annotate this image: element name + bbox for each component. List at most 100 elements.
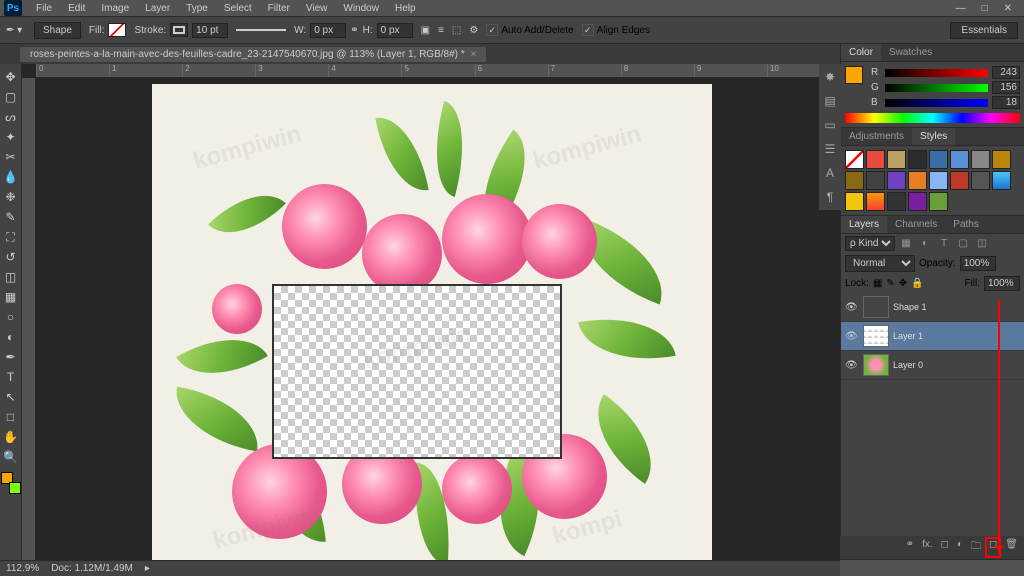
lock-trans-icon[interactable]: ▦ [873,278,882,289]
new-layer-icon[interactable]: ◻ [987,539,999,556]
style-swatch[interactable] [845,192,864,211]
group-icon[interactable]: 🗀 [969,539,983,556]
menu-layer[interactable]: Layer [137,1,178,16]
layer-thumbnail[interactable] [863,296,889,318]
style-swatch[interactable] [845,150,864,169]
gradient-tool[interactable]: ▦ [2,288,20,306]
tab-swatches[interactable]: Swatches [881,44,940,61]
menu-window[interactable]: Window [335,1,387,16]
style-swatch[interactable] [866,192,885,211]
layer-name[interactable]: Layer 1 [893,331,923,341]
visibility-icon[interactable]: 👁 [845,302,859,313]
layer-name[interactable]: Shape 1 [893,302,927,312]
blend-mode-dropdown[interactable]: Normal [845,255,915,272]
menu-image[interactable]: Image [93,1,137,16]
visibility-icon[interactable]: 👁 [845,360,859,371]
filter-adjust-icon[interactable]: ◐ [917,237,933,251]
info-icon[interactable]: ▭ [821,116,839,134]
lock-pos-icon[interactable]: ✥ [899,278,907,289]
align-edges-checkbox[interactable]: Align Edges [582,24,650,36]
style-swatch[interactable] [950,150,969,169]
menu-edit[interactable]: Edit [60,1,93,16]
visibility-icon[interactable]: 👁 [845,331,859,342]
filter-kind-dropdown[interactable]: ρ Kind [845,236,895,251]
history-brush-tool[interactable]: ↺ [2,248,20,266]
histogram-icon[interactable]: ▤ [821,92,839,110]
document-tab[interactable]: roses-peintes-a-la-main-avec-des-feuille… [20,47,486,62]
height-input[interactable]: 0 px [377,23,413,38]
history-icon[interactable]: ☰ [821,140,839,158]
tab-color[interactable]: Color [841,44,881,61]
menu-type[interactable]: Type [178,1,216,16]
fill-swatch[interactable] [108,23,126,37]
style-swatch[interactable] [845,171,864,190]
menu-help[interactable]: Help [387,1,424,16]
arrange-icon[interactable]: ⬚ [452,25,461,36]
style-swatch[interactable] [908,150,927,169]
doc-size[interactable]: Doc: 1.12M/1.49M [51,563,133,574]
eyedropper-tool[interactable]: 💧 [2,168,20,186]
auto-add-delete-checkbox[interactable]: Auto Add/Delete [486,24,573,36]
current-color-swatch[interactable] [845,66,863,84]
stroke-width-input[interactable]: 10 pt [192,23,228,38]
layer-row[interactable]: 👁 Shape 1 [841,293,1024,322]
menu-view[interactable]: View [298,1,336,16]
style-swatch[interactable] [887,171,906,190]
zoom-level[interactable]: 112.9% [6,563,39,574]
crop-tool[interactable]: ✂ [2,148,20,166]
brush-tool[interactable]: ✎ [2,208,20,226]
gear-icon[interactable]: ⚙ [469,25,478,36]
delete-layer-icon[interactable]: 🗑 [1003,539,1020,556]
opacity-input[interactable] [960,256,996,271]
tab-close-icon[interactable]: × [471,49,477,60]
filter-type-icon[interactable]: T [936,237,952,251]
wand-tool[interactable]: ✦ [2,128,20,146]
align-icon[interactable]: ≡ [438,25,444,36]
adjustment-layer-icon[interactable]: ◐ [955,539,965,556]
style-swatch[interactable] [992,171,1011,190]
width-input[interactable]: 0 px [310,23,346,38]
stroke-style-dropdown[interactable] [236,29,286,31]
b-slider[interactable] [885,99,988,107]
r-value[interactable]: 243 [992,66,1020,79]
blur-tool[interactable]: ○ [2,308,20,326]
tab-layers[interactable]: Layers [841,216,887,233]
workspace-dropdown[interactable]: Essentials [950,22,1018,39]
style-swatch[interactable] [887,150,906,169]
type-tool[interactable]: T [2,368,20,386]
layer-thumbnail[interactable] [863,354,889,376]
fill-input[interactable] [984,276,1020,291]
move-tool[interactable]: ✥ [2,68,20,86]
pen-tool[interactable]: ✒ [2,348,20,366]
path-ops-icon[interactable]: ▣ [421,25,430,36]
g-slider[interactable] [885,84,988,92]
paragraph-icon[interactable]: ¶ [821,188,839,206]
dodge-tool[interactable]: ◐ [2,328,20,346]
close-button[interactable]: ✕ [1000,3,1016,14]
layer-row[interactable]: 👁 Layer 0 [841,351,1024,380]
tab-styles[interactable]: Styles [912,128,955,145]
layer-thumbnail[interactable] [863,325,889,347]
style-swatch[interactable] [950,171,969,190]
style-swatch[interactable] [908,171,927,190]
style-swatch[interactable] [908,192,927,211]
link-icon[interactable]: ⚭ [350,25,358,36]
lock-paint-icon[interactable]: ✎ [886,278,894,289]
zoom-tool[interactable]: 🔍 [2,448,20,466]
canvas-area[interactable]: 012345678910 [22,64,840,560]
shape-mode-dropdown[interactable]: Shape [34,22,81,39]
style-swatch[interactable] [992,150,1011,169]
minimize-button[interactable]: — [952,3,970,14]
menu-filter[interactable]: Filter [260,1,298,16]
color-picker[interactable] [1,472,21,494]
layer-name[interactable]: Layer 0 [893,360,923,370]
style-swatch[interactable] [866,171,885,190]
style-swatch[interactable] [929,171,948,190]
path-tool[interactable]: ↖ [2,388,20,406]
healing-tool[interactable]: ❉ [2,188,20,206]
b-value[interactable]: 18 [992,96,1020,109]
filter-pixel-icon[interactable]: ▦ [898,237,914,251]
style-swatch[interactable] [971,171,990,190]
r-slider[interactable] [885,69,988,77]
stroke-swatch[interactable] [170,23,188,37]
